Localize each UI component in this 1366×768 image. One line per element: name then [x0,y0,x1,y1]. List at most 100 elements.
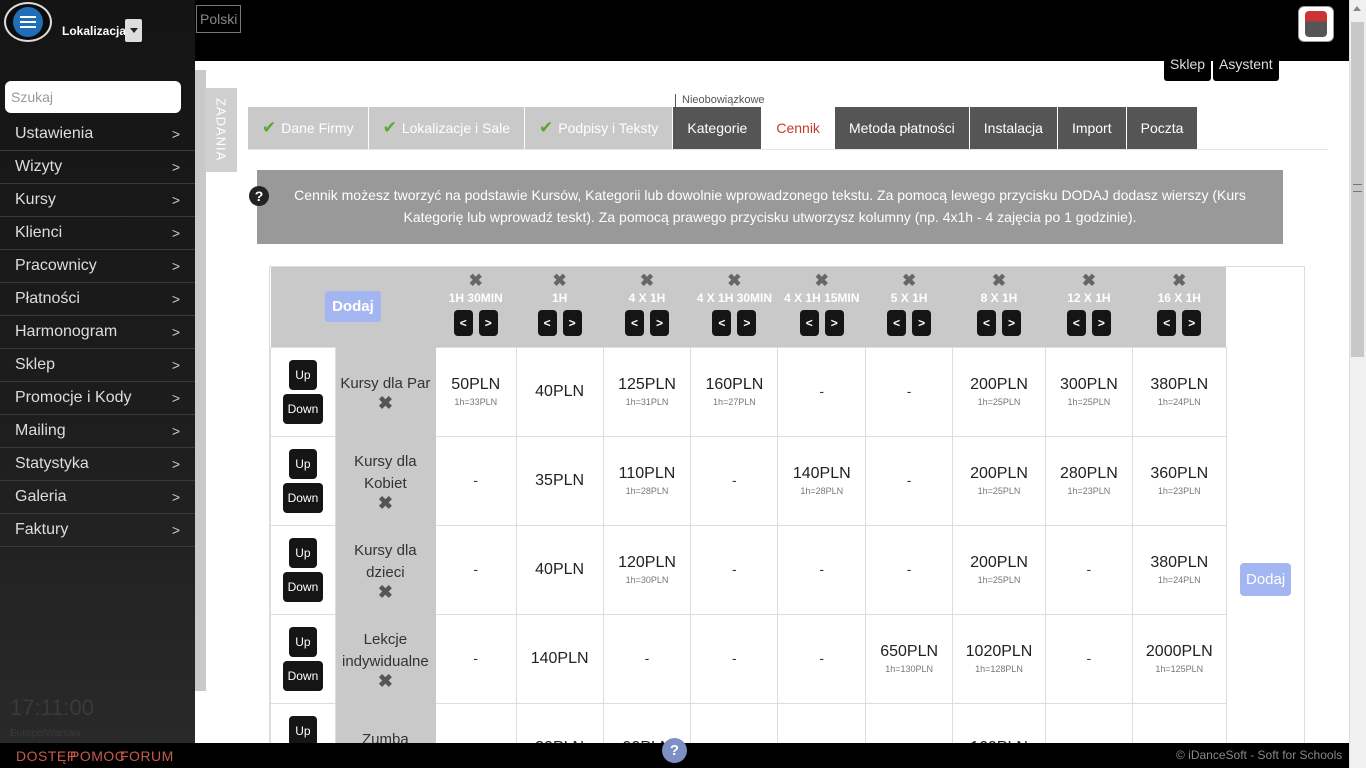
add-row-button[interactable]: Dodaj [325,291,381,322]
move-up-button[interactable]: Up [288,359,317,390]
price-cell[interactable]: - [1044,524,1133,615]
move-left-button[interactable]: < [537,310,557,336]
move-right-button[interactable]: > [1091,310,1111,336]
remove-column-icon[interactable]: ✖ [953,272,1046,289]
price-cell[interactable]: 200PLN 1h=25PLN [952,346,1046,437]
sidebar-item-11[interactable]: Galeria > [0,481,195,514]
user-avatar[interactable] [1298,6,1334,42]
sidebar-item-8[interactable]: Promocje i Kody > [0,382,195,415]
sidebar-item-0[interactable]: Ustawienia > [0,118,195,151]
price-cell[interactable]: 125PLN 1h=31PLN [602,346,692,437]
remove-column-icon[interactable]: ✖ [603,272,691,289]
footer-link-access[interactable]: DOSTĘP [16,748,77,764]
remove-column-icon[interactable]: ✖ [866,272,953,289]
price-cell[interactable]: 360PLN 1h=23PLN [1131,435,1227,526]
price-cell[interactable]: 40PLN [515,524,604,615]
move-left-button[interactable]: < [1066,310,1086,336]
move-down-button[interactable]: Down [282,571,323,602]
add-column-button[interactable]: Dodaj [1240,563,1292,596]
move-right-button[interactable]: > [1182,310,1202,336]
sidebar-item-9[interactable]: Mailing > [0,415,195,448]
tasks-tab[interactable]: ZADANIA [205,88,237,172]
move-left-button[interactable]: < [1157,310,1177,336]
move-up-button[interactable]: Up [288,537,317,568]
price-cell[interactable]: 160PLN 1h=27PLN [690,346,779,437]
move-up-button[interactable]: Up [288,448,317,479]
sidebar-item-1[interactable]: Wizyty > [0,151,195,184]
search-input[interactable] [5,81,181,113]
tab-2[interactable]: ✔ Podpisy i Teksty [525,107,674,149]
price-cell[interactable]: 110PLN 1h=28PLN [602,435,692,526]
remove-column-icon[interactable]: ✖ [435,272,516,289]
location-dropdown-button[interactable] [125,19,142,42]
move-left-button[interactable]: < [453,310,473,336]
price-cell[interactable]: 140PLN 1h=28PLN [777,435,867,526]
price-cell[interactable]: - [434,613,517,704]
move-down-button[interactable]: Down [282,393,323,424]
price-cell[interactable]: 650PLN 1h=130PLN [865,613,954,704]
tab-8[interactable]: Poczta [1126,107,1199,149]
language-selector[interactable]: Polski [196,5,242,33]
sidebar-item-6[interactable]: Harmonogram > [0,316,195,349]
tab-7[interactable]: Import [1057,107,1127,149]
tab-4[interactable]: Cennik [762,107,835,149]
price-cell[interactable]: - [690,613,779,704]
move-up-button[interactable]: Up [288,626,317,657]
shop-button[interactable]: Sklep [1164,52,1212,81]
price-cell[interactable]: 280PLN 1h=23PLN [1044,435,1133,526]
move-right-button[interactable]: > [737,310,757,336]
move-right-button[interactable]: > [562,310,582,336]
move-right-button[interactable]: > [912,310,932,336]
price-cell[interactable]: - [690,524,779,615]
tab-3[interactable]: Kategorie [673,107,763,149]
remove-row-icon[interactable]: ✖ [336,394,435,412]
price-cell[interactable]: 380PLN 1h=24PLN [1131,524,1227,615]
price-cell[interactable]: - [777,613,867,704]
price-cell[interactable]: - [777,346,867,437]
move-up-button[interactable]: Up [288,715,317,746]
help-button[interactable]: ? [662,738,687,763]
footer-link-forum[interactable]: FORUM [120,748,174,764]
remove-row-icon[interactable]: ✖ [336,672,435,690]
price-cell[interactable]: - [777,524,867,615]
move-right-button[interactable]: > [1002,310,1021,336]
move-left-button[interactable]: < [712,310,732,336]
price-cell[interactable]: 200PLN 1h=25PLN [952,524,1046,615]
sidebar-item-10[interactable]: Statystyka > [0,448,195,481]
sidebar-item-5[interactable]: Płatności > [0,283,195,316]
price-cell[interactable]: 380PLN 1h=24PLN [1131,346,1227,437]
sidebar-item-7[interactable]: Sklep > [0,349,195,382]
remove-column-icon[interactable]: ✖ [1045,272,1132,289]
move-left-button[interactable]: < [887,310,907,336]
price-cell[interactable]: - [602,613,692,704]
scroll-up-icon[interactable] [1353,6,1361,11]
assistant-button[interactable]: Asystent [1213,52,1279,81]
tab-0[interactable]: ✔ Dane Firmy [248,107,369,149]
sidebar-item-3[interactable]: Klienci > [0,217,195,250]
price-cell[interactable]: - [865,346,954,437]
sidebar-item-12[interactable]: Faktury > [0,514,195,547]
tab-5[interactable]: Metoda płatności [834,107,970,149]
sidebar-item-4[interactable]: Pracownicy > [0,250,195,283]
move-down-button[interactable]: Down [282,660,323,691]
remove-column-icon[interactable]: ✖ [1132,272,1226,289]
sidebar-item-2[interactable]: Kursy > [0,184,195,217]
price-cell[interactable]: - [690,435,779,526]
price-cell[interactable]: - [865,524,954,615]
price-cell[interactable]: 200PLN 1h=25PLN [952,435,1046,526]
price-cell[interactable]: - [434,435,517,526]
move-down-button[interactable]: Down [282,482,323,513]
price-cell[interactable]: - [434,524,517,615]
price-cell[interactable]: - [865,435,954,526]
price-cell[interactable]: - [1044,613,1133,704]
remove-row-icon[interactable]: ✖ [336,583,435,601]
move-left-button[interactable]: < [977,310,996,336]
price-cell[interactable]: 300PLN 1h=25PLN [1044,346,1133,437]
footer-link-help[interactable]: POMOC [70,748,125,764]
price-cell[interactable]: 1020PLN 1h=128PLN [952,613,1046,704]
price-cell[interactable]: 50PLN 1h=33PLN [434,346,517,437]
remove-column-icon[interactable]: ✖ [691,272,778,289]
main-menu-button[interactable] [4,2,52,42]
price-cell[interactable]: 40PLN [515,346,604,437]
price-cell[interactable]: 140PLN [515,613,604,704]
